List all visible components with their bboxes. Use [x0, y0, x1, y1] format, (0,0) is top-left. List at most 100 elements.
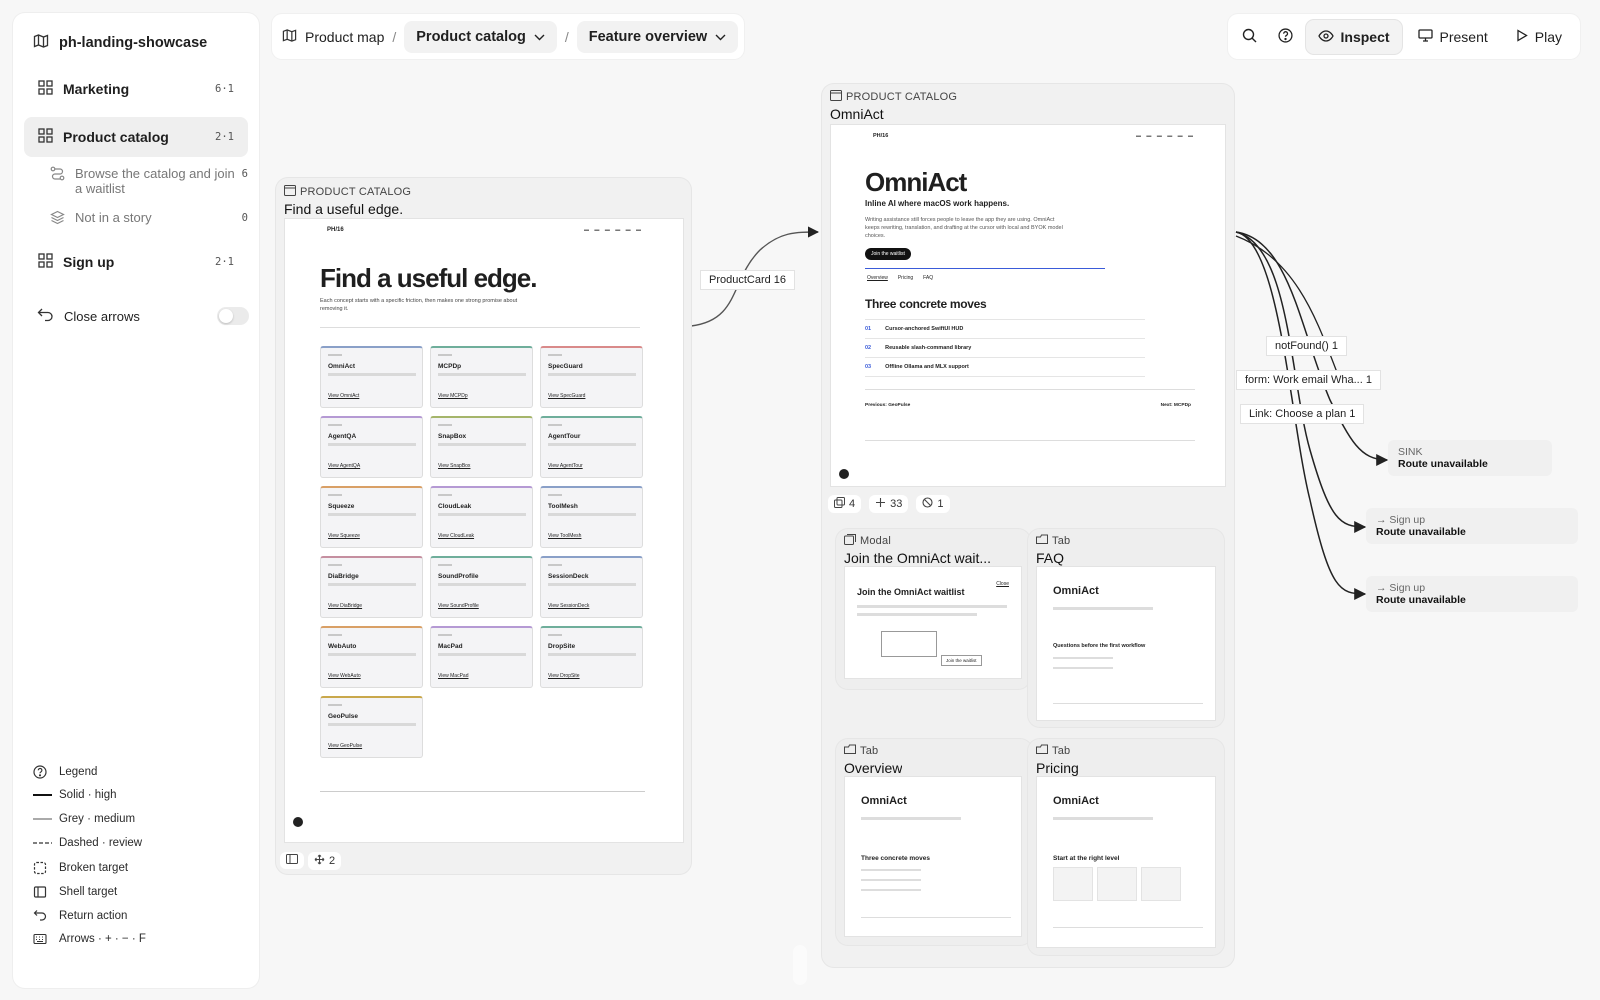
mini-tab: Pricing: [897, 275, 914, 281]
window-icon: [284, 185, 296, 199]
mini-desc: Writing assistance still forces people t…: [865, 217, 1063, 239]
edge-label-notfound[interactable]: notFound() 1: [1266, 336, 1347, 356]
product-desc: [548, 373, 636, 376]
faq-screenshot: OmniAct Questions before the first workf…: [1036, 566, 1216, 721]
product-card: AgentTour View AgentTour: [540, 416, 643, 478]
overview-screenshot: OmniAct Three concrete moves: [844, 776, 1022, 937]
omniact-card[interactable]: PRODUCT CATALOG OmniAct PH/16 ▬ ▬ ▬ ▬ ▬ …: [822, 84, 1234, 967]
catalog-card[interactable]: PRODUCT CATALOG Find a useful edge. PH/1…: [276, 178, 691, 874]
product-name: ToolMesh: [548, 503, 578, 510]
product-name: AgentQA: [328, 433, 357, 440]
card-title: OmniAct: [830, 106, 884, 122]
product-card: ToolMesh View ToolMesh: [540, 486, 643, 548]
sink-node[interactable]: SINK Route unavailable: [1388, 440, 1552, 476]
move-text: Cursor-anchored SwiftUI HUD: [885, 326, 964, 332]
product-link: View MacPad: [438, 673, 469, 679]
move-text: Offline Ollama and MLX support: [885, 364, 969, 370]
copy-icon: [834, 497, 845, 511]
product-link: View CloudLeak: [438, 533, 475, 539]
mini-cta: Join the waitlist: [865, 248, 911, 260]
overview-card[interactable]: Tab Overview OmniAct Three concrete move…: [836, 739, 1032, 945]
mini-rule: [865, 389, 1195, 390]
mini-section: Start at the right level: [1053, 855, 1120, 862]
card-type: PRODUCT CATALOG: [284, 185, 411, 199]
modal-card[interactable]: Modal Join the OmniAct wait... Join the …: [836, 529, 1030, 689]
mini-price-card: [1053, 867, 1093, 901]
product-link: View MCPDp: [438, 393, 468, 399]
card-type: Tab: [1036, 744, 1070, 757]
product-card: WebAuto View WebAuto: [320, 626, 423, 688]
mini-line: [861, 817, 961, 820]
copies-chip[interactable]: 4: [828, 495, 862, 513]
signup-node[interactable]: → Sign up Route unavailable: [1366, 576, 1578, 612]
sink-kind: → Sign up: [1376, 582, 1426, 594]
mini-rule: [1053, 703, 1203, 704]
sink-label: Route unavailable: [1376, 526, 1466, 538]
mini-line: [857, 613, 977, 616]
mini-rule: [861, 917, 1011, 918]
product-kicker: [438, 494, 452, 496]
product-card: Squeeze View Squeeze: [320, 486, 423, 548]
links-count: 2: [329, 855, 336, 867]
mini-section: Three concrete moves: [861, 855, 931, 862]
chip-count: 4: [849, 498, 856, 510]
move-number: 01: [865, 326, 872, 332]
product-kicker: [438, 424, 452, 426]
sink-kind: → Sign up: [1376, 514, 1426, 526]
window-icon: [830, 90, 842, 104]
product-card: CloudLeak View CloudLeak: [430, 486, 533, 548]
product-name: AgentTour: [548, 433, 581, 440]
product-kicker: [438, 564, 452, 566]
move-icon: [314, 854, 325, 868]
product-name: Squeeze: [328, 503, 355, 510]
card-type: Tab: [1036, 534, 1070, 547]
product-link: View AgentQA: [328, 463, 361, 469]
mini-badge: [839, 469, 849, 479]
shell-icon: [286, 854, 298, 867]
edge-label-productcard[interactable]: ProductCard 16: [700, 270, 796, 290]
connection-arrows: [690, 226, 1389, 600]
mini-badge: [293, 817, 303, 827]
mini-prev: Previous: GeoPulse: [865, 403, 911, 408]
card-title: Find a useful edge.: [284, 201, 404, 217]
broken-chip[interactable]: 1: [916, 495, 950, 513]
product-desc: [438, 583, 526, 586]
product-link: View SessionDeck: [548, 603, 590, 609]
card-type-label: Tab: [1052, 744, 1071, 757]
mini-input: [881, 631, 937, 657]
mini-tab-rule: [320, 327, 640, 328]
modal-screenshot: Join the OmniAct waitlist Close Join the…: [844, 566, 1022, 679]
canvas-scroll-handle[interactable]: [793, 945, 807, 985]
mini-tagline: Inline AI where macOS work happens.: [865, 199, 1010, 208]
shell-chip[interactable]: [280, 852, 304, 869]
links-chip[interactable]: 33: [869, 495, 909, 513]
mini-nav: ▬ ▬ ▬ ▬ ▬ ▬: [584, 227, 643, 233]
pricing-card[interactable]: Tab Pricing OmniAct Start at the right l…: [1028, 739, 1224, 955]
mini-submit: Join the waitlist: [941, 655, 982, 666]
tab-icon: [1036, 534, 1048, 547]
product-link: View Squeeze: [328, 533, 360, 539]
card-type-label: Modal: [860, 535, 891, 547]
signup-node[interactable]: → Sign up Route unavailable: [1366, 508, 1578, 544]
mini-footer-rule: [320, 791, 645, 792]
edge-label-form[interactable]: form: Work email Wha... 1: [1236, 370, 1381, 390]
mini-price-card: [1097, 867, 1137, 901]
product-name: DiaBridge: [328, 573, 359, 580]
faq-card[interactable]: Tab FAQ OmniAct Questions before the fir…: [1028, 529, 1224, 727]
product-card: OmniAct View OmniAct: [320, 346, 423, 408]
product-card: SpecGuard View SpecGuard: [540, 346, 643, 408]
card-title: Pricing: [1036, 760, 1079, 776]
chip-count: 1: [937, 498, 944, 510]
edge-label-link[interactable]: Link: Choose a plan 1: [1240, 404, 1365, 424]
mini-nav: ▬ ▬ ▬ ▬ ▬ ▬: [1136, 133, 1195, 139]
mini-footer-rule: [865, 440, 1195, 441]
product-name: GeoPulse: [328, 713, 358, 720]
product-link: View DropSite: [548, 673, 580, 679]
card-type: PRODUCT CATALOG: [830, 90, 957, 104]
product-link: View AgentTour: [548, 463, 583, 469]
product-card: DiaBridge View DiaBridge: [320, 556, 423, 618]
product-name: MacPad: [438, 643, 463, 650]
product-card: MCPDp View MCPDp: [430, 346, 533, 408]
links-chip[interactable]: 2: [308, 852, 342, 870]
product-desc: [328, 653, 416, 656]
